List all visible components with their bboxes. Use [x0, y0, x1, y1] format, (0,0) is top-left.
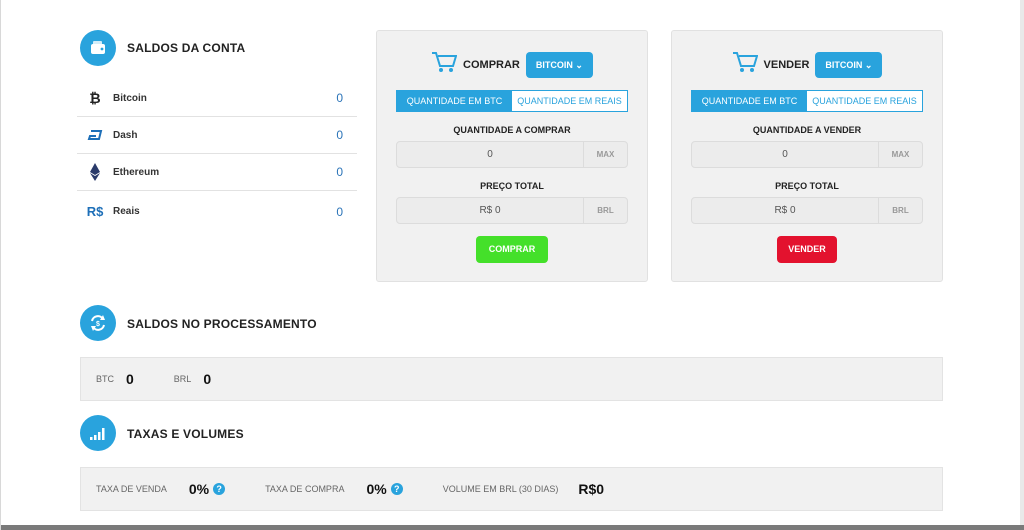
cart-icon	[431, 51, 458, 78]
buy-total-label: PREÇO TOTAL	[480, 181, 544, 191]
buy-header: COMPRAR BITCOIN ⌄	[377, 51, 647, 78]
tab-quantity-reais[interactable]: QUANTIDADE EM REAIS	[512, 91, 627, 111]
sell-total-suffix: BRL	[878, 198, 922, 223]
balance-row-bitcoin: ₿ Bitcoin 0	[77, 80, 357, 117]
buy-total-field[interactable]: R$ 0 BRL	[396, 197, 628, 224]
tab-quantity-reais[interactable]: QUANTIDADE EM REAIS	[807, 91, 922, 111]
buy-currency-dropdown[interactable]: BITCOIN ⌄	[525, 51, 593, 78]
sell-label: VENDER	[763, 58, 810, 71]
buy-total-suffix: BRL	[583, 198, 627, 223]
sell-panel: VENDER BITCOIN ⌄ QUANTIDADE EM BTC QUANT…	[671, 30, 943, 282]
sell-qty-field[interactable]: 0 MAX	[691, 141, 923, 168]
btc-processing-value: 0	[126, 371, 134, 387]
chevron-down-icon: ⌄	[864, 59, 873, 70]
bitcoin-icon: ₿	[89, 90, 101, 106]
balance-row-reais: R$ Reais 0	[77, 193, 357, 230]
coin-balance: 0	[336, 204, 343, 219]
fees-bar: TAXA DE VENDA 0% ? TAXA DE COMPRA 0% ? V…	[80, 467, 943, 511]
sell-total-label: PREÇO TOTAL	[775, 181, 839, 191]
brl-processing-value: 0	[203, 371, 212, 387]
dropdown-label: BITCOIN	[825, 59, 863, 70]
exchange-icon: $	[80, 305, 116, 341]
buy-qty-field[interactable]: 0 MAX	[396, 141, 628, 168]
help-icon[interactable]: ?	[213, 483, 226, 495]
help-icon[interactable]: ?	[390, 483, 403, 495]
buy-max-button[interactable]: MAX	[583, 142, 627, 167]
buy-qty-label: QUANTIDADE A COMPRAR	[453, 125, 571, 135]
coin-name: Reais	[113, 206, 140, 217]
balance-row-dash: Dash 0	[77, 117, 357, 154]
processing-title: SALDOS NO PROCESSAMENTO	[127, 317, 317, 331]
buy-fee-group: 0% ?	[366, 481, 442, 497]
buy-fee-value: 0%	[366, 481, 387, 497]
sell-button[interactable]: VENDER	[777, 236, 837, 263]
sell-qty-input[interactable]: 0	[692, 142, 878, 167]
svg-text:$: $	[96, 321, 100, 328]
volume-label: VOLUME EM BRL (30 DIAS)	[442, 484, 559, 494]
cart-icon	[732, 51, 758, 78]
balance-row-ethereum: Ethereum 0	[77, 154, 357, 191]
coin-balance: 0	[336, 165, 343, 179]
sell-total-field[interactable]: R$ 0 BRL	[691, 197, 923, 224]
buy-button[interactable]: COMPRAR	[476, 236, 548, 263]
sell-qty-label: QUANTIDADE A VENDER	[752, 125, 862, 135]
bottom-border	[1, 525, 1024, 530]
sell-total-input[interactable]: R$ 0	[692, 198, 878, 223]
chevron-down-icon: ⌄	[575, 59, 583, 70]
buy-panel: COMPRAR BITCOIN ⌄ QUANTIDADE EM BTC QUAN…	[376, 30, 648, 282]
coin-balance: 0	[336, 128, 343, 142]
sell-header: VENDER BITCOIN ⌄	[672, 51, 942, 78]
coin-name: Ethereum	[113, 166, 160, 178]
sell-max-button[interactable]: MAX	[878, 142, 922, 167]
btc-label: BTC	[96, 374, 114, 384]
dropdown-label: BITCOIN	[535, 59, 573, 70]
page: SALDOS DA CONTA ₿ Bitcoin 0 Dash 0 Ether…	[0, 0, 1024, 530]
reais-icon: R$	[86, 204, 104, 219]
coin-name: Bitcoin	[113, 92, 147, 104]
sell-fee-value: 0%	[188, 481, 210, 497]
sell-fee-group: 0% ?	[189, 481, 265, 497]
buy-tabs: QUANTIDADE EM BTC QUANTIDADE EM REAIS	[396, 90, 628, 112]
wallet-icon	[80, 30, 116, 66]
tab-quantity-btc[interactable]: QUANTIDADE EM BTC	[397, 91, 512, 111]
balances-title: SALDOS DA CONTA	[127, 41, 246, 55]
brl-label: BRL	[173, 374, 192, 384]
buy-label: COMPRAR	[463, 58, 520, 71]
signal-bars-icon	[80, 415, 116, 451]
dash-icon	[77, 130, 113, 140]
processing-bar: BTC 0 BRL 0	[80, 357, 943, 401]
ethereum-icon	[77, 163, 113, 181]
buy-fee-label: TAXA DE COMPRA	[265, 484, 345, 494]
sell-fee-label: TAXA DE VENDA	[96, 484, 167, 494]
buy-qty-input[interactable]: 0	[397, 142, 583, 167]
page-edge	[1020, 0, 1024, 530]
buy-total-input[interactable]: R$ 0	[397, 198, 583, 223]
volume-value: R$0	[578, 481, 605, 497]
coin-name: Dash	[113, 129, 138, 141]
coin-balance: 0	[336, 91, 343, 105]
sell-currency-dropdown[interactable]: BITCOIN ⌄	[815, 51, 883, 78]
fees-title: TAXAS E VOLUMES	[127, 427, 244, 441]
tab-quantity-btc[interactable]: QUANTIDADE EM BTC	[692, 91, 807, 111]
sell-tabs: QUANTIDADE EM BTC QUANTIDADE EM REAIS	[691, 90, 923, 112]
